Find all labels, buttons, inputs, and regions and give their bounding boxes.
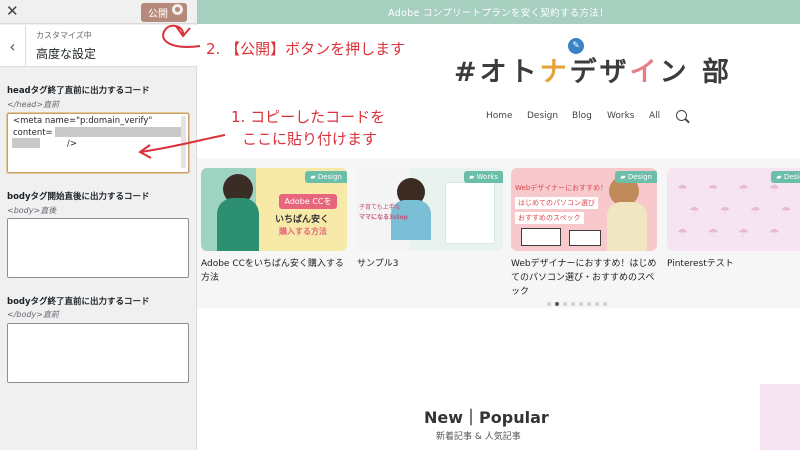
annotation-step-1-line1: 1. コピーしたコードを — [231, 108, 386, 126]
annotation-arrows — [138, 24, 226, 159]
arrow-to-publish — [162, 24, 201, 48]
arrow-to-textarea — [139, 134, 226, 153]
annotation-step-1-line2: ここに貼り付けます — [242, 130, 378, 148]
screen: ✕ 公開 ‹ カスタマイズ中 高度な設定 headタグ終了直前に出力するコード … — [0, 0, 800, 450]
annotation-step-2: 2. 【公開】ボタンを押します — [206, 40, 406, 58]
